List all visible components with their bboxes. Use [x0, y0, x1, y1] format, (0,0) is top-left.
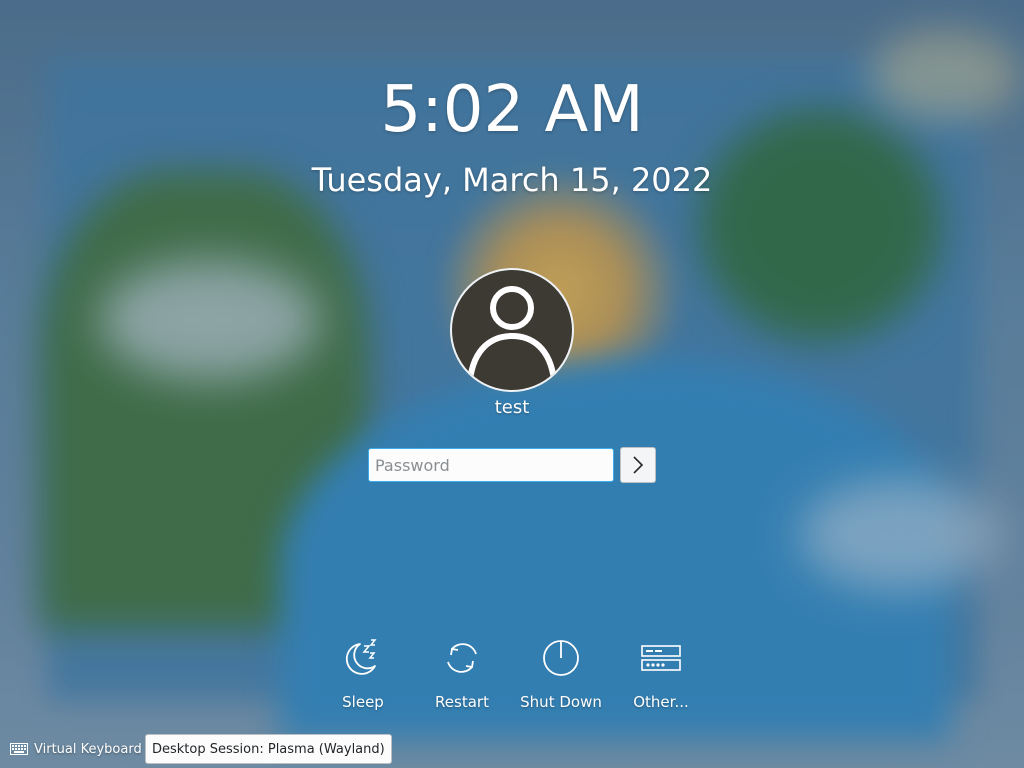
- restart-button[interactable]: Restart: [412, 636, 512, 716]
- user-name[interactable]: test: [0, 396, 1024, 420]
- restart-icon: [447, 643, 477, 673]
- shutdown-button[interactable]: Shut Down: [511, 636, 611, 716]
- sleep-button[interactable]: Sleep: [313, 636, 413, 716]
- virtual-keyboard-button[interactable]: Virtual Keyboard: [10, 738, 142, 760]
- other-button[interactable]: Other...: [611, 636, 711, 716]
- restart-label: Restart: [435, 693, 489, 711]
- switch-user-icon: [641, 645, 681, 671]
- user-avatar[interactable]: [450, 268, 574, 392]
- user-icon: [467, 286, 557, 383]
- shutdown-label: Shut Down: [520, 693, 602, 711]
- chevron-right-icon: [633, 456, 644, 474]
- clock-date: Tuesday, March 15, 2022: [311, 161, 713, 199]
- clock-time: 5:02 AM: [380, 73, 644, 147]
- other-label: Other...: [633, 693, 689, 711]
- session-select-value: Desktop Session: Plasma (Wayland): [152, 741, 385, 757]
- login-submit-button[interactable]: [620, 447, 656, 483]
- password-input[interactable]: [368, 448, 614, 482]
- sleep-icon: [345, 639, 377, 675]
- power-icon: [543, 640, 579, 676]
- sleep-label: Sleep: [342, 693, 384, 711]
- keyboard-icon: [10, 743, 28, 755]
- virtual-keyboard-label: Virtual Keyboard: [34, 741, 142, 757]
- session-select[interactable]: Desktop Session: Plasma (Wayland): [145, 734, 392, 764]
